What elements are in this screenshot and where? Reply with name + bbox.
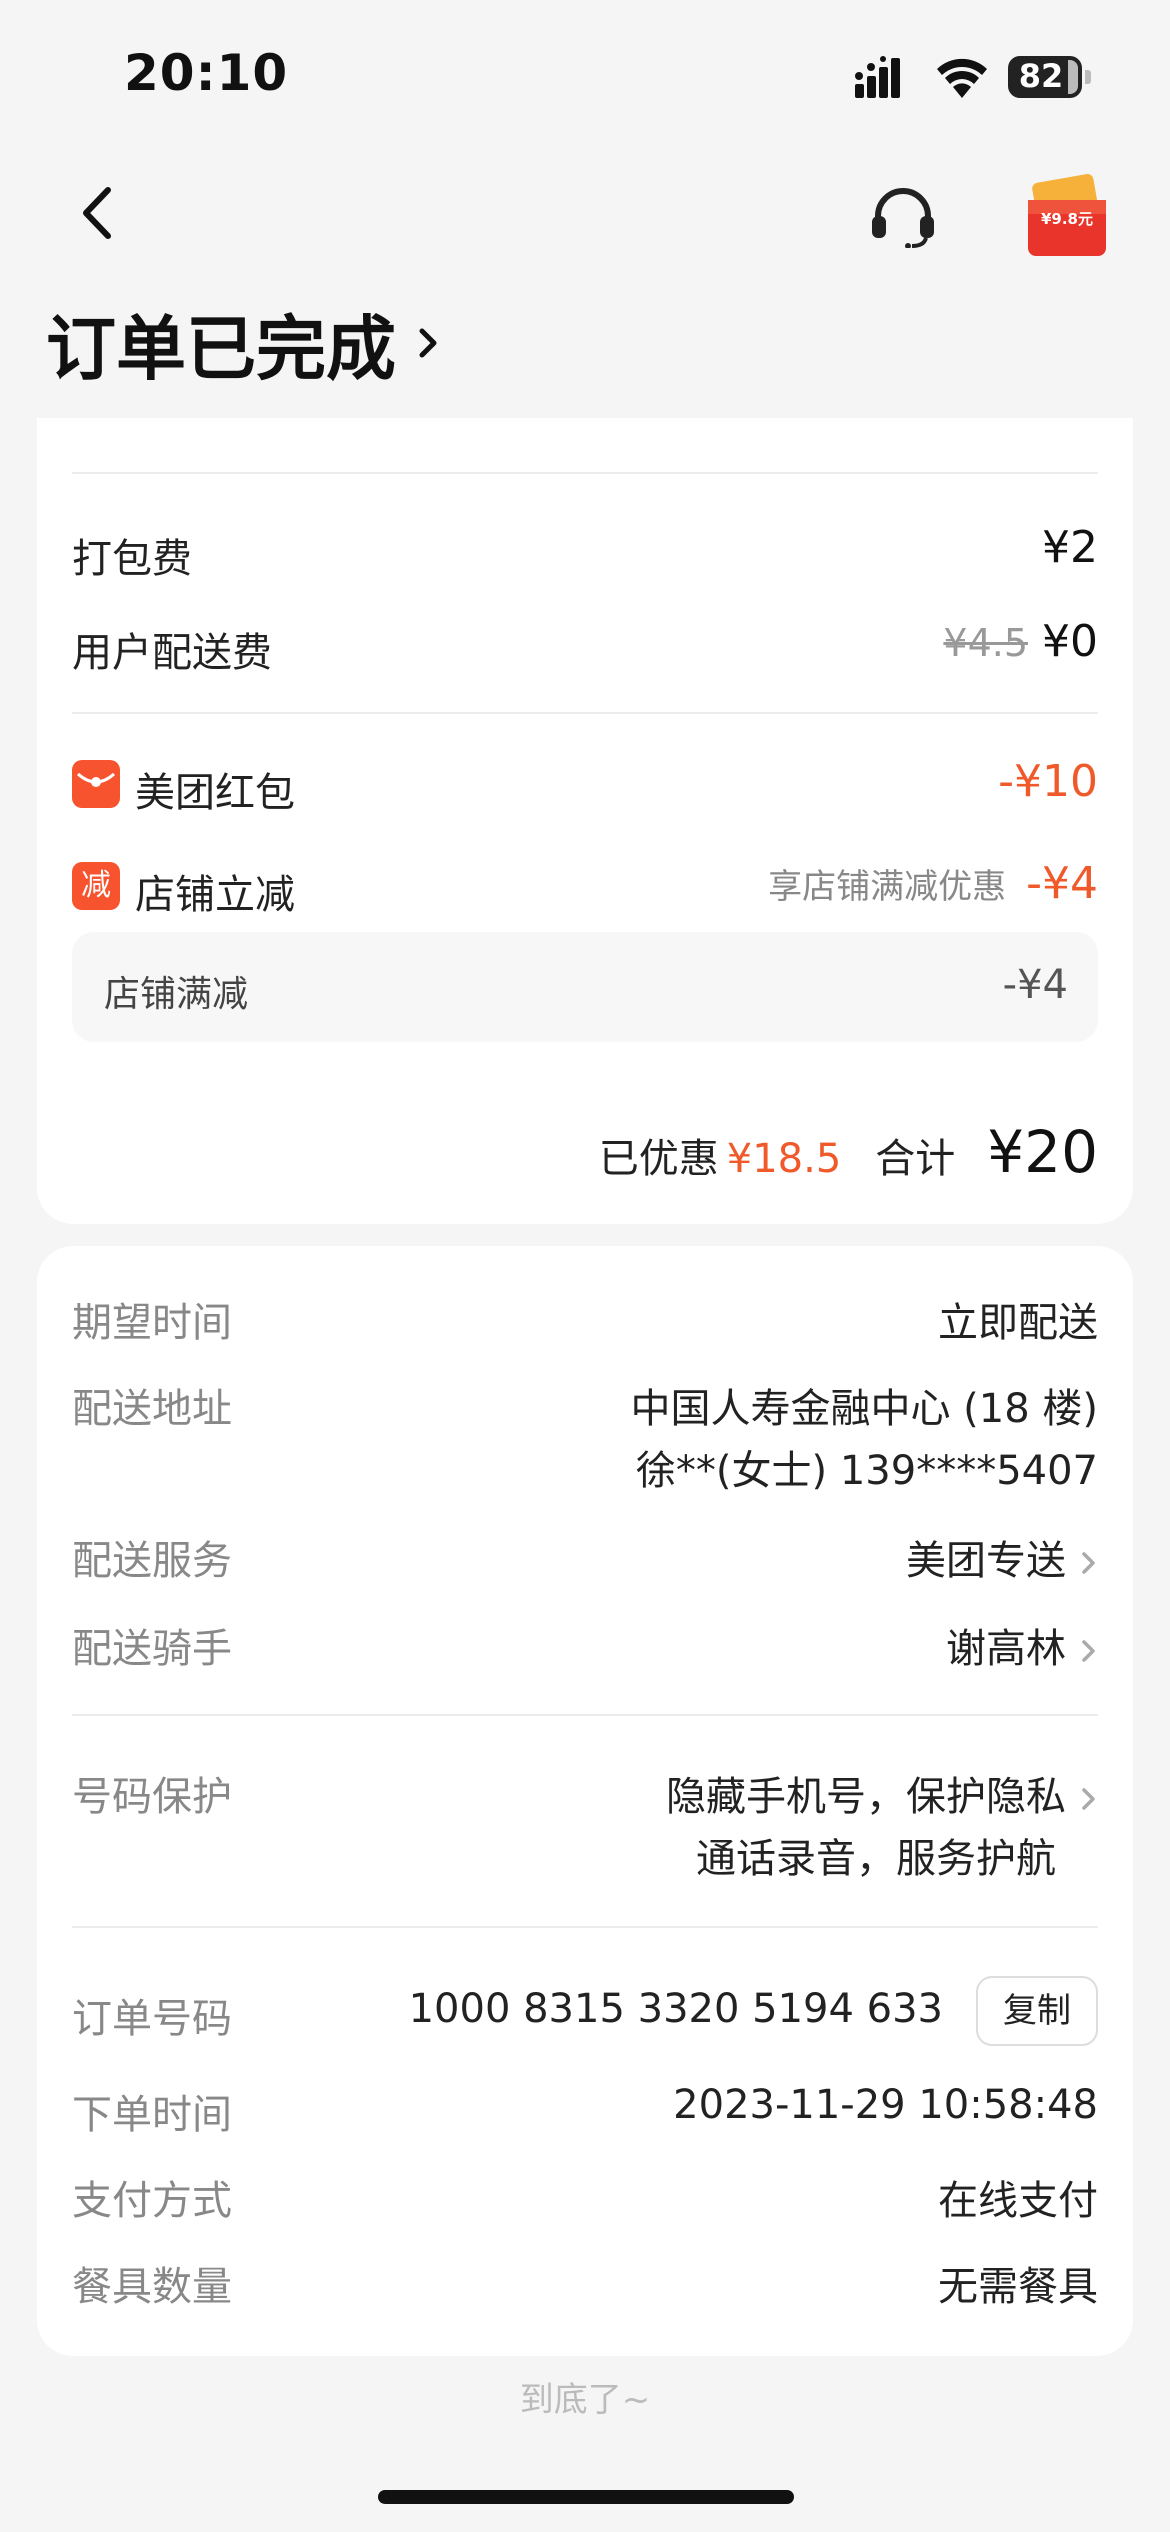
- total-label: 合计: [875, 1136, 956, 1182]
- cellular-signal-icon: [855, 56, 900, 98]
- redpacket-value: -¥10: [998, 756, 1098, 807]
- address-line-1: 中国人寿金融中心 (18 楼): [630, 1386, 1098, 1432]
- promo-redpacket-icon[interactable]: ¥9.8元: [1022, 172, 1112, 262]
- delivery-service-value: 美团专送: [906, 1538, 1066, 1584]
- rider-label: 配送骑手: [72, 1626, 232, 1672]
- order-number-label: 订单号码: [72, 1996, 232, 2042]
- end-of-list-text: 到底了~: [519, 2380, 651, 2420]
- redpacket-label: 美团红包: [135, 770, 295, 816]
- delivery-service-value-group[interactable]: 美团专送: [906, 1528, 1098, 1586]
- total-value: ¥20: [987, 1118, 1098, 1186]
- packing-fee-label: 打包费: [72, 536, 192, 582]
- red-envelope-icon: [72, 760, 120, 808]
- number-protection-line-1: 隐藏手机号，保护隐私: [666, 1774, 1066, 1820]
- back-icon[interactable]: [70, 180, 130, 246]
- number-protection-value-group[interactable]: 隐藏手机号，保护隐私: [666, 1764, 1098, 1822]
- order-time-label: 下单时间: [72, 2092, 232, 2138]
- order-status-title[interactable]: 订单已完成: [46, 298, 444, 390]
- expected-time-label: 期望时间: [72, 1300, 232, 1346]
- customer-service-icon[interactable]: [868, 186, 938, 248]
- number-protection-line-2: 通话录音，服务护航: [696, 1836, 1056, 1882]
- status-time: 20:10: [124, 44, 289, 102]
- battery-level: 82: [1018, 57, 1064, 95]
- chevron-right-icon: [1082, 1552, 1095, 1574]
- shop-discount-label: 店铺立减: [135, 872, 295, 918]
- fee-card: 打包费 ¥2 用户配送费 ¥4.5 ¥0 美团红包 -¥10 减 店铺立减 享店…: [37, 418, 1133, 1224]
- shop-discount-hint: 享店铺满减优惠: [768, 867, 1007, 907]
- saved-value: ¥18.5: [726, 1136, 842, 1182]
- shop-discount-value-group: 享店铺满减优惠 -¥4: [768, 858, 1098, 909]
- tableware-value: 无需餐具: [938, 2264, 1098, 2310]
- battery-icon: 82: [1008, 56, 1091, 98]
- status-bar: 20:10 82: [0, 0, 1170, 150]
- payment-method-value: 在线支付: [938, 2178, 1098, 2224]
- shop-discount-detail: 店铺满减 -¥4: [72, 932, 1098, 1042]
- shop-discount-tag-icon: 减: [72, 862, 120, 910]
- shop-discount-detail-label: 店铺满减: [104, 974, 249, 1015]
- divider: [72, 1926, 1098, 1928]
- rider-value-group[interactable]: 谢高林: [946, 1616, 1098, 1674]
- number-protection-label: 号码保护: [72, 1774, 232, 1820]
- divider: [72, 1714, 1098, 1716]
- tableware-label: 餐具数量: [72, 2264, 232, 2310]
- expected-time-value: 立即配送: [938, 1300, 1098, 1346]
- delivery-fee-label: 用户配送费: [72, 630, 272, 676]
- page-title: 订单已完成: [46, 307, 396, 390]
- copy-button[interactable]: 复制: [976, 1976, 1098, 2046]
- address-line-2: 徐**(女士) 139****5407: [635, 1448, 1098, 1494]
- order-number-value: 1000 8315 3320 5194 633: [408, 1986, 943, 2032]
- order-time-value: 2023-11-29 10:58:48: [673, 2082, 1098, 2128]
- divider: [72, 712, 1098, 714]
- delivery-fee-value-group: ¥4.5 ¥0: [943, 616, 1098, 667]
- packing-fee-value: ¥2: [1042, 522, 1098, 573]
- promo-badge-text: ¥9.8元: [1041, 210, 1093, 228]
- chevron-right-icon: [1082, 1640, 1095, 1662]
- payment-method-label: 支付方式: [72, 2178, 232, 2224]
- shop-discount-value: -¥4: [1026, 858, 1098, 909]
- address-label: 配送地址: [72, 1386, 232, 1432]
- chevron-right-icon: [1082, 1788, 1095, 1810]
- home-indicator[interactable]: [378, 2490, 794, 2504]
- divider: [72, 472, 1098, 474]
- delivery-fee-original: ¥4.5: [943, 621, 1028, 665]
- chevron-right-icon: [419, 328, 437, 358]
- delivery-fee-value: ¥0: [1042, 616, 1098, 667]
- rider-value: 谢高林: [946, 1626, 1066, 1672]
- wifi-icon: [937, 58, 987, 98]
- delivery-service-label: 配送服务: [72, 1538, 232, 1584]
- total-row: 已优惠 ¥18.5 合计 ¥20: [599, 1118, 1098, 1186]
- shop-discount-detail-value: -¥4: [1002, 962, 1068, 1008]
- saved-label: 已优惠: [598, 1136, 719, 1182]
- order-info-card: 期望时间 立即配送 配送地址 中国人寿金融中心 (18 楼) 徐**(女士) 1…: [37, 1246, 1133, 2356]
